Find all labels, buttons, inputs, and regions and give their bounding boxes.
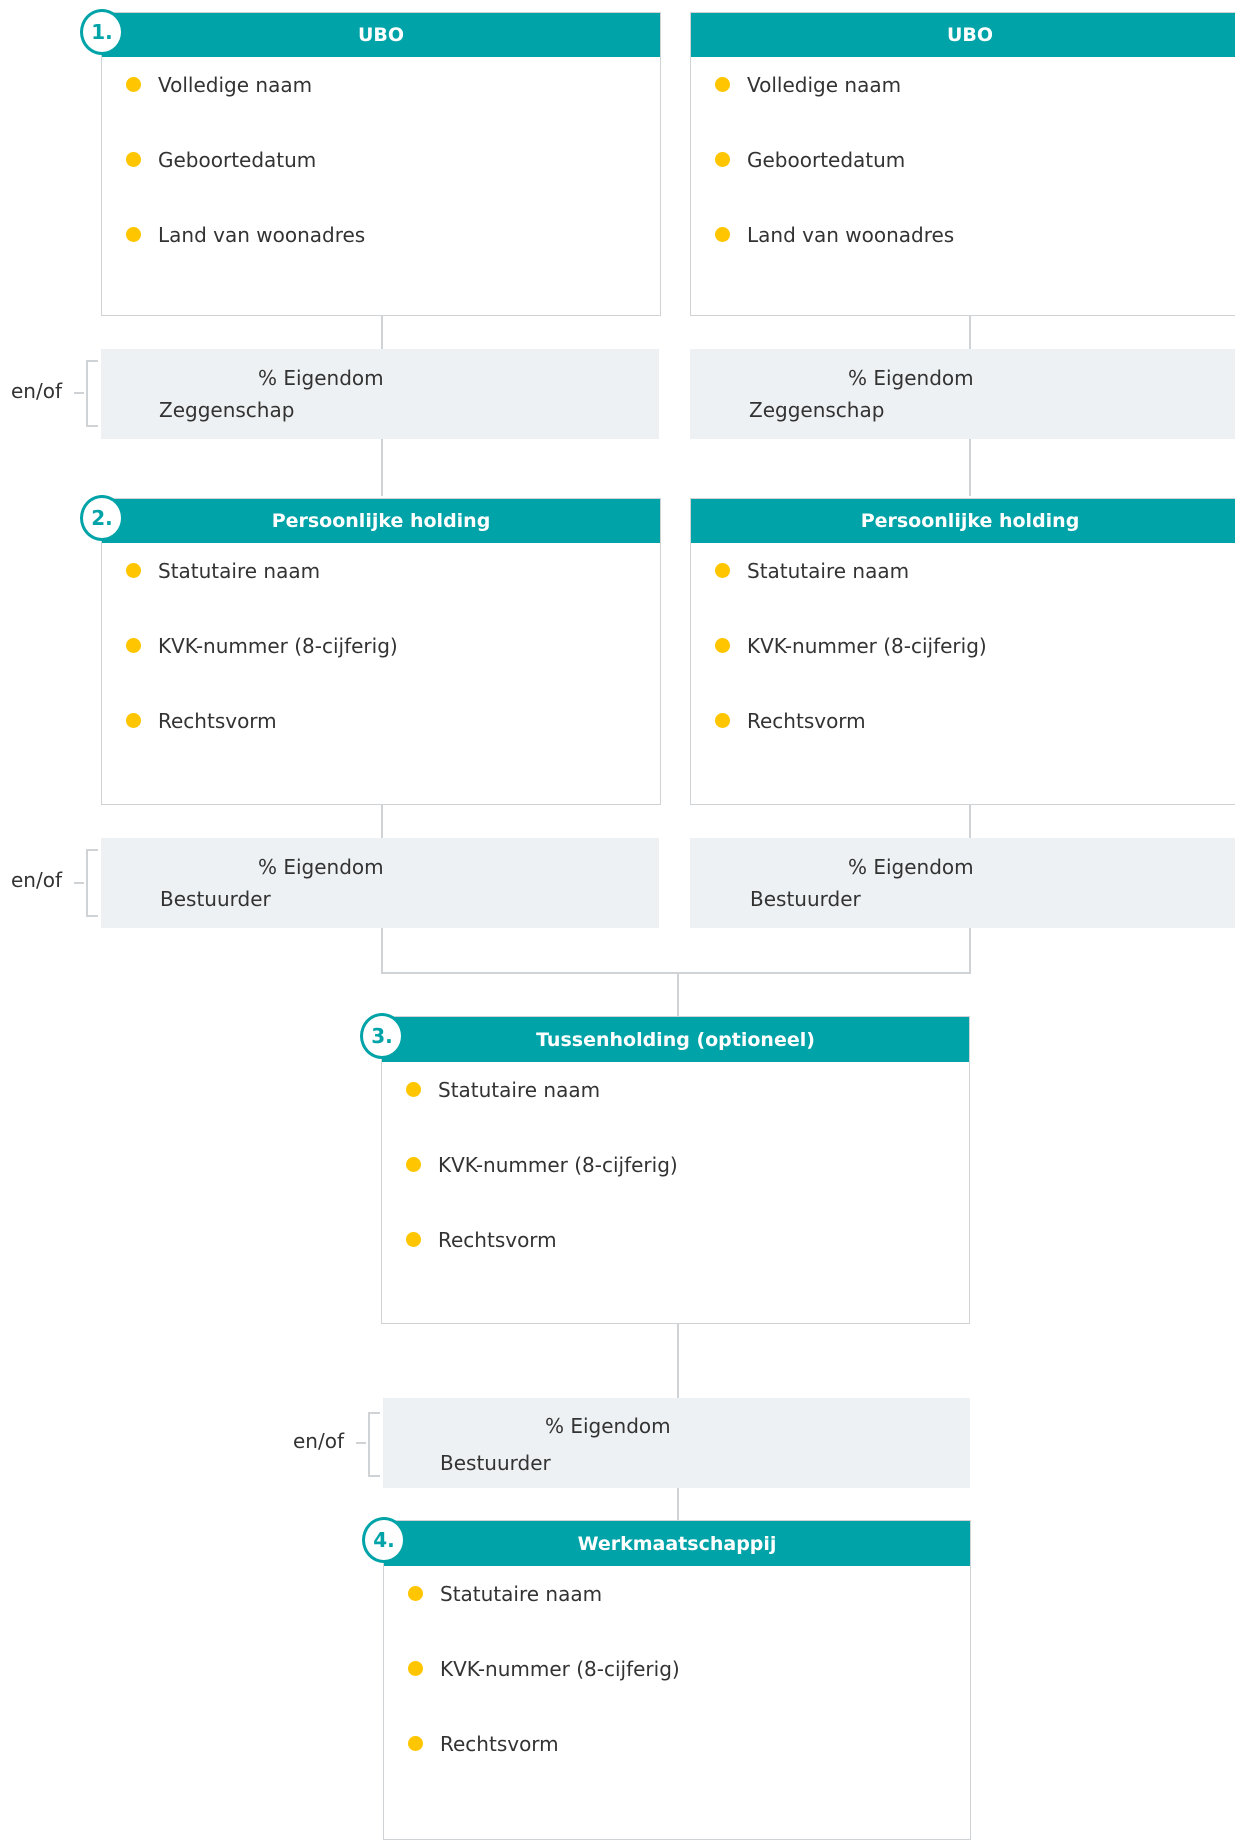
- list-item: Land van woonadres: [691, 207, 1235, 282]
- holding-box-left: Persoonlijke holding 2. Statutaire naam …: [80, 495, 661, 805]
- level-badge: 2.: [80, 495, 124, 541]
- box-title: Tussenholding (optioneel): [536, 1028, 815, 1051]
- list-item: Statutaire naam: [102, 543, 660, 618]
- box-title: Persoonlijke holding: [860, 510, 1080, 532]
- box-header: Persoonlijke holding: [102, 499, 660, 543]
- box-header: Persoonlijke holding: [691, 499, 1235, 543]
- level-badge: 4.: [362, 1517, 406, 1563]
- holding-box-right: Persoonlijke holding Statutaire naam KVK…: [690, 498, 1235, 805]
- tussenholding-box: Tussenholding (optioneel) 3. Statutaire …: [360, 1013, 970, 1324]
- en-of-label: en/of: [11, 379, 62, 403]
- box-header: UBO: [102, 13, 660, 57]
- en-of-brace: [86, 849, 98, 917]
- connector-line: [969, 804, 971, 838]
- relation-ownership: % Eigendom: [258, 855, 384, 879]
- ubo-box-left: UBO 1. Volledige naam Geboortedatum Land…: [80, 9, 661, 316]
- attribute-list: Statutaire naam KVK-nummer (8-cijferig) …: [691, 543, 1235, 768]
- en-of-brace: [368, 1412, 380, 1477]
- box-header: Tussenholding (optioneel): [382, 1017, 969, 1062]
- connector-line: [381, 972, 971, 974]
- relation-box-left: % Eigendom Zeggenschap: [101, 349, 659, 439]
- relation-box-right: % Eigendom Bestuurder: [690, 838, 1235, 928]
- box-title: UBO: [357, 24, 405, 46]
- connector-line: [969, 315, 971, 349]
- en-of-tick: [356, 1442, 366, 1444]
- list-item: KVK-nummer (8-cijferig): [384, 1641, 970, 1716]
- list-item: Statutaire naam: [691, 543, 1235, 618]
- attribute-list: Statutaire naam KVK-nummer (8-cijferig) …: [102, 543, 660, 768]
- list-item: Volledige naam: [691, 57, 1235, 132]
- relation-ownership: % Eigendom: [848, 855, 974, 879]
- relation-control: Zeggenschap: [159, 398, 295, 422]
- werkmaatschappij-box: Werkmaatschappij 4. Statutaire naam KVK-…: [362, 1517, 971, 1840]
- connector-line: [969, 928, 971, 974]
- relation-director: Bestuurder: [750, 887, 861, 911]
- en-of-brace: [86, 360, 98, 427]
- list-item: Geboortedatum: [691, 132, 1235, 207]
- relation-ownership: % Eigendom: [258, 366, 384, 390]
- box-title: Persoonlijke holding: [271, 510, 491, 532]
- level-badge: 1.: [80, 9, 124, 55]
- attribute-list: Volledige naam Geboortedatum Land van wo…: [102, 57, 660, 282]
- relation-director: Bestuurder: [440, 1451, 551, 1475]
- en-of-tick: [74, 882, 84, 884]
- list-item: KVK-nummer (8-cijferig): [691, 618, 1235, 693]
- relation-box: % Eigendom Bestuurder: [383, 1398, 970, 1488]
- relation-ownership: % Eigendom: [545, 1414, 671, 1438]
- list-item: Statutaire naam: [384, 1566, 970, 1641]
- list-item: Land van woonadres: [102, 207, 660, 282]
- attribute-list: Statutaire naam KVK-nummer (8-cijferig) …: [382, 1062, 969, 1287]
- connector-line: [381, 928, 383, 974]
- box-title: UBO: [946, 24, 994, 46]
- connector-line: [381, 804, 383, 838]
- list-item: Rechtsvorm: [691, 693, 1235, 768]
- attribute-list: Statutaire naam KVK-nummer (8-cijferig) …: [384, 1566, 970, 1791]
- relation-box-left: % Eigendom Bestuurder: [101, 838, 659, 928]
- box-title: Werkmaatschappij: [577, 1532, 777, 1555]
- connector-line: [677, 1323, 679, 1398]
- connector-line: [381, 315, 383, 349]
- list-item: Rechtsvorm: [382, 1212, 969, 1287]
- connector-line: [677, 1488, 679, 1520]
- level-badge: 3.: [360, 1013, 404, 1059]
- en-of-label: en/of: [11, 868, 62, 892]
- box-header: UBO: [691, 13, 1235, 57]
- en-of-label: en/of: [293, 1429, 344, 1453]
- list-item: Rechtsvorm: [384, 1716, 970, 1791]
- list-item: Rechtsvorm: [102, 693, 660, 768]
- relation-box-right: % Eigendom Zeggenschap: [690, 349, 1235, 439]
- attribute-list: Volledige naam Geboortedatum Land van wo…: [691, 57, 1235, 282]
- relation-director: Bestuurder: [160, 887, 271, 911]
- list-item: KVK-nummer (8-cijferig): [102, 618, 660, 693]
- connector-line: [969, 439, 971, 496]
- list-item: Geboortedatum: [102, 132, 660, 207]
- list-item: Volledige naam: [102, 57, 660, 132]
- list-item: KVK-nummer (8-cijferig): [382, 1137, 969, 1212]
- en-of-tick: [74, 392, 84, 394]
- relation-ownership: % Eigendom: [848, 366, 974, 390]
- connector-line: [677, 972, 679, 1016]
- connector-line: [381, 439, 383, 496]
- ubo-box-right: UBO Volledige naam Geboortedatum Land va…: [690, 12, 1235, 316]
- box-header: Werkmaatschappij: [384, 1521, 970, 1566]
- relation-control: Zeggenschap: [749, 398, 885, 422]
- list-item: Statutaire naam: [382, 1062, 969, 1137]
